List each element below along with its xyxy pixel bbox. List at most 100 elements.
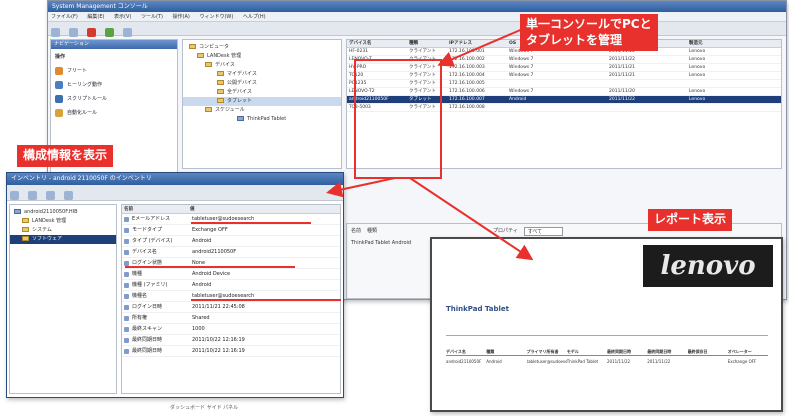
cell: Windows 7: [509, 57, 534, 62]
script-icon: [55, 95, 63, 103]
refresh-icon[interactable]: [105, 28, 115, 37]
nav-item-automation[interactable]: 自動化ルール: [51, 106, 177, 120]
tree-row-tablets[interactable]: タブレット: [183, 97, 341, 106]
inventory-tree: android2110050F.HIB LANDesk 管理 システム ソフトウ…: [9, 204, 117, 394]
col-vendor[interactable]: 製造元: [687, 40, 777, 47]
folder-icon: [189, 44, 196, 49]
col-value[interactable]: 値: [188, 205, 340, 213]
cell: [687, 80, 777, 87]
stop-icon[interactable]: [87, 28, 97, 37]
menu-view[interactable]: 表示(V): [114, 14, 131, 20]
prop-row[interactable]: デバイス名 android2110050F: [122, 247, 340, 258]
prop-key: 所有権: [122, 313, 188, 323]
prop-row[interactable]: 機種 Android Device: [122, 269, 340, 280]
tree-row-my-devices[interactable]: マイデバイス: [183, 70, 341, 79]
report-window: lenovo ThinkPad Tablet デバイス名 種類 プライマリ所有者…: [430, 237, 783, 412]
menu-action[interactable]: 操作(A): [173, 14, 190, 20]
cell: Android: [486, 359, 502, 364]
col: プライマリ所有者: [526, 349, 559, 354]
tablet-icon: [237, 116, 244, 121]
cell: ThinkPad Tablet: [566, 359, 599, 364]
cell: [688, 359, 728, 365]
report-table-row: android2110050F Android tabletuser@sudoe…: [446, 359, 768, 365]
device-icon: [14, 209, 21, 214]
col-ip[interactable]: IPアドレス: [447, 40, 507, 47]
prop-row[interactable]: タイプ (デバイス) Android: [122, 236, 340, 247]
tree-row-devices[interactable]: デバイス: [183, 61, 341, 70]
table-row[interactable]: LENOVO-T2 クライアント 172.16.100.006 Windows 7 20…: [347, 88, 781, 96]
cell: クライアント: [409, 89, 436, 94]
table-row-selected[interactable]: android2110050F タブレット 172.16.100.007 Androi…: [347, 96, 781, 104]
tree-row-software[interactable]: ソフトウェア: [10, 235, 116, 244]
find-icon[interactable]: [64, 191, 74, 200]
prop-row[interactable]: 機種 (ファミリ) Android: [122, 280, 340, 291]
table-row[interactable]: LENOVO-T クライアント 172.16.100.002 Windows 7 201…: [347, 56, 781, 64]
nav-item-healing[interactable]: ヒーリング動作: [51, 78, 177, 92]
menu-tools[interactable]: ツール(T): [141, 14, 163, 20]
prop-key: Eメールアドレス: [122, 214, 188, 224]
highlight-underline: [191, 299, 341, 301]
table-row[interactable]: HV-PRO クライアント 172.16.100.003 Windows 7 2011/…: [347, 64, 781, 72]
print-icon[interactable]: [28, 191, 38, 200]
prop-key: 機種名: [122, 291, 188, 301]
tree-row-system[interactable]: システム: [10, 226, 116, 235]
cell: Lenovo: [689, 73, 706, 78]
tree-row-landesk[interactable]: LANDesk 管理: [183, 52, 341, 61]
col-device-name[interactable]: デバイス名: [347, 40, 407, 47]
prop-row[interactable]: 所有権 Shared: [122, 313, 340, 324]
nav-item-scripts[interactable]: スクリプトルール: [51, 92, 177, 106]
prop-value: Exchange OFF: [192, 227, 228, 233]
export-icon[interactable]: [46, 191, 56, 200]
col-name[interactable]: 名前: [122, 205, 188, 213]
prop-row[interactable]: 最終スキャン 1000: [122, 324, 340, 335]
report-table: デバイス名 種類 プライマリ所有者 モデル 最終同期日時 最終同期日時 最終保存…: [446, 349, 768, 365]
field-property-label: プロパティ: [493, 228, 518, 234]
cell: クライアント: [409, 73, 436, 78]
tree-row-thinkpad-tablet[interactable]: ThinkPad Tablet: [183, 115, 341, 124]
folder-icon: [205, 62, 212, 67]
col: オペレーター: [727, 349, 752, 354]
table-row[interactable]: PC1235 クライアント 172.16.100.005: [347, 80, 781, 88]
col-type[interactable]: 種類: [407, 40, 447, 47]
refresh-icon[interactable]: [10, 191, 19, 200]
menu-window[interactable]: ウィンドウ(W): [199, 14, 233, 20]
callout-config: 構成情報を表示: [17, 145, 114, 167]
menu-help[interactable]: ヘルプ(H): [243, 14, 266, 20]
tree-row-computers[interactable]: コンピュータ: [183, 43, 341, 52]
field-name-label: 名前: [351, 228, 362, 234]
prop-value: Android: [192, 238, 212, 244]
prop-value: android2110050F: [192, 249, 237, 255]
settings-icon[interactable]: [123, 28, 133, 37]
tree-row-schedule[interactable]: スケジュール: [183, 106, 341, 115]
menu-file[interactable]: ファイル(F): [51, 14, 78, 20]
forward-icon[interactable]: [69, 28, 79, 37]
menu-edit[interactable]: 編集(E): [87, 14, 104, 20]
cell: HV-PRO: [349, 65, 367, 70]
prop-row[interactable]: 最終同期日時 2011/10/22 12:16:19: [122, 335, 340, 346]
cell: [687, 104, 777, 111]
table-row[interactable]: TC120 クライアント 172.16.100.004 Windows 7 2011/1…: [347, 72, 781, 80]
cell: PC1235: [349, 81, 367, 86]
cell: [507, 80, 607, 87]
prop-row[interactable]: モードタイプ Exchange OFF: [122, 225, 340, 236]
prop-key: モードタイプ: [122, 225, 188, 235]
cell: 172.16.100.006: [449, 89, 485, 94]
cell: tabletuser@sudoesearch: [526, 359, 567, 364]
tree-row-device[interactable]: android2110050F.HIB: [10, 208, 116, 217]
highlight-underline: [125, 266, 295, 268]
prop-row[interactable]: ログイン日時 2011/11/21 22:45:08: [122, 302, 340, 313]
filter-select[interactable]: すべて: [523, 227, 564, 236]
folder-icon: [22, 236, 29, 241]
folder-icon: [217, 71, 224, 76]
back-icon[interactable]: [51, 28, 60, 37]
healing-icon: [55, 81, 63, 89]
table-row[interactable]: TCB-5003 クライアント 172.16.100.008: [347, 104, 781, 112]
prop-value: Android: [192, 282, 212, 288]
cell: android2110050F: [349, 97, 389, 102]
prop-row[interactable]: 最終同期日時 2011/10/22 12:16:19: [122, 346, 340, 357]
tree-row-public-devices[interactable]: 公開デバイス: [183, 79, 341, 88]
tree-row-landesk[interactable]: LANDesk 管理: [10, 217, 116, 226]
nav-item-fleet[interactable]: フリート: [51, 64, 177, 78]
main-window-title: System Management コンソール: [48, 1, 786, 12]
tree-row-all-devices[interactable]: 全デバイス: [183, 88, 341, 97]
